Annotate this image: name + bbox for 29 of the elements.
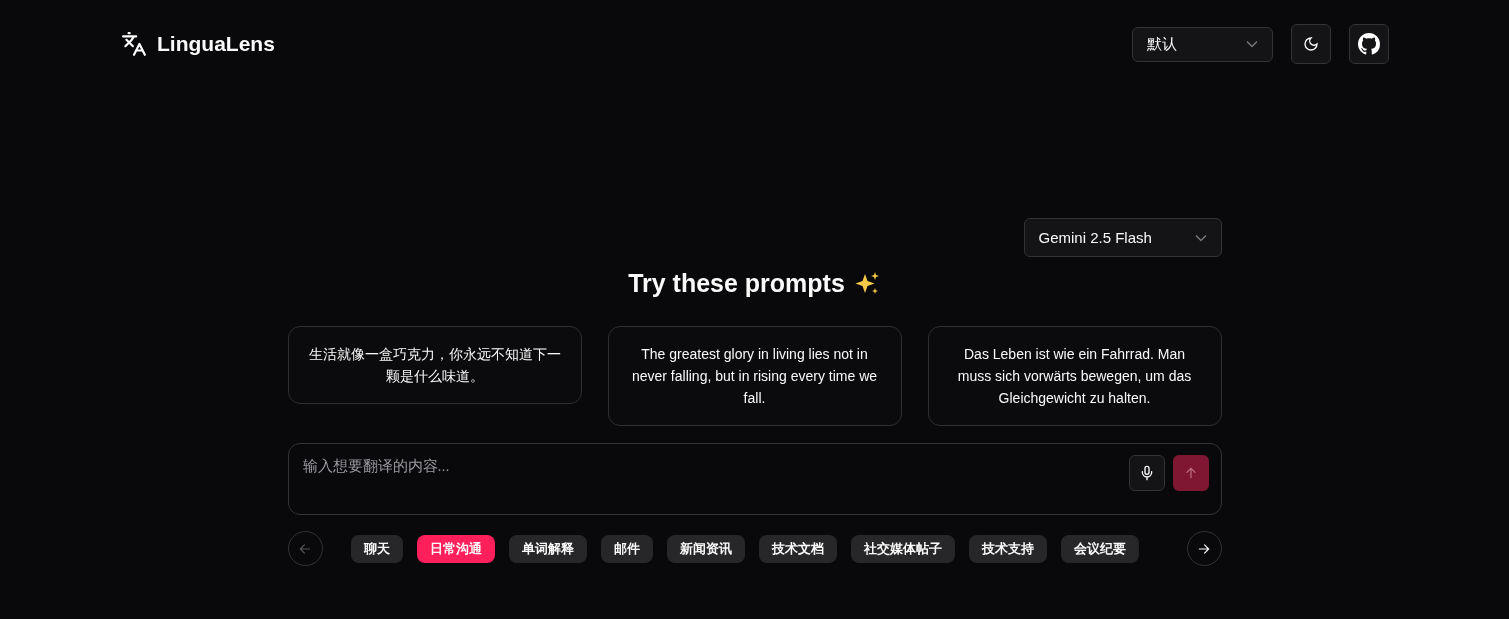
- moon-icon: [1303, 36, 1319, 52]
- prompt-card[interactable]: 生活就像一盒巧克力，你永远不知道下一颗是什么味道。: [287, 326, 582, 404]
- arrow-left-icon: [298, 541, 312, 556]
- category-chip[interactable]: 邮件: [600, 534, 653, 563]
- theme-toggle-button[interactable]: [1291, 24, 1331, 64]
- model-select[interactable]: Gemini 2.5 Flash: [1023, 218, 1222, 257]
- github-button[interactable]: [1349, 24, 1389, 64]
- category-chip[interactable]: 聊天: [350, 534, 403, 563]
- category-chip[interactable]: 新闻资讯: [666, 534, 745, 563]
- chevron-down-icon: [1246, 40, 1258, 48]
- category-chip[interactable]: 技术文档: [758, 534, 837, 563]
- translate-icon: [121, 31, 147, 57]
- category-chip[interactable]: 社交媒体帖子: [850, 534, 955, 563]
- chevron-down-icon: [1194, 233, 1207, 242]
- github-icon: [1358, 33, 1380, 55]
- category-chip[interactable]: 会议纪要: [1060, 534, 1139, 563]
- app-logo: LinguaLens: [157, 32, 275, 56]
- microphone-button[interactable]: [1128, 455, 1165, 491]
- arrow-right-icon: [1197, 541, 1211, 556]
- prompt-card[interactable]: The greatest glory in living lies not in never falling, but in rising every time we fall.: [607, 326, 902, 426]
- scroll-right-button[interactable]: [1186, 531, 1222, 566]
- arrow-up-icon: [1183, 466, 1198, 480]
- category-chip[interactable]: 日常沟通: [416, 534, 495, 563]
- prompt-card[interactable]: Das Leben ist wie ein Fahrrad. Man muss sich vorwärts bewegen, um das Gleichgewicht zu halten.: [927, 326, 1222, 426]
- translation-input[interactable]: 输入想要翻译的内容...: [287, 443, 1222, 515]
- section-title: Try these prompts: [628, 269, 845, 298]
- language-select[interactable]: 默认: [1132, 26, 1273, 62]
- category-chip[interactable]: 技术支持: [968, 534, 1047, 563]
- category-chip[interactable]: 单词解释: [508, 534, 587, 563]
